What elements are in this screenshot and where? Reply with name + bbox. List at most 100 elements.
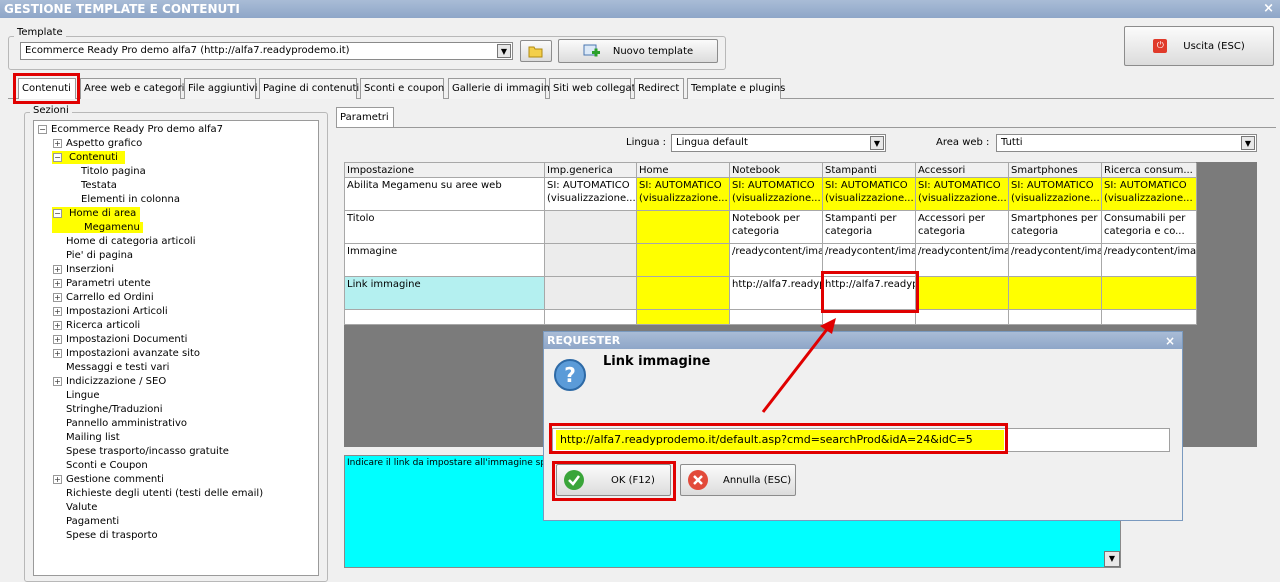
- tree-item[interactable]: − Ecommerce Ready Pro demo alfa7: [38, 123, 223, 136]
- expand-icon[interactable]: −: [53, 152, 62, 162]
- expand-icon[interactable]: +: [53, 320, 62, 330]
- tab-parametri[interactable]: Parametri: [336, 107, 394, 128]
- tree-item[interactable]: + Inserzioni: [53, 263, 114, 276]
- expand-icon[interactable]: +: [53, 306, 62, 316]
- grid-cell[interactable]: [1102, 277, 1197, 310]
- expand-icon[interactable]: +: [53, 292, 62, 302]
- tree-item[interactable]: Spese di trasporto: [53, 529, 158, 542]
- grid-cell[interactable]: [545, 310, 637, 325]
- tab-siti-collegati[interactable]: Siti web collegati: [549, 78, 638, 99]
- expand-icon[interactable]: +: [53, 138, 62, 148]
- tab-template-plugins[interactable]: Template e plugins: [687, 78, 785, 99]
- tree-item[interactable]: − Contenuti: [53, 151, 121, 164]
- grid-cell[interactable]: [637, 310, 730, 325]
- template-select[interactable]: Ecommerce Ready Pro demo alfa7 (http://a…: [20, 42, 513, 60]
- column-header[interactable]: Accessori: [916, 163, 1009, 178]
- grid-cell[interactable]: SI: AUTOMATICO (visualizzazione...: [730, 178, 823, 211]
- column-header[interactable]: Impostazione: [345, 163, 545, 178]
- grid-cell[interactable]: [916, 277, 1009, 310]
- tree-item[interactable]: Testata: [68, 179, 117, 192]
- grid-cell[interactable]: [545, 277, 637, 310]
- grid-cell[interactable]: [1009, 277, 1102, 310]
- area-web-select[interactable]: Tutti ▼: [996, 134, 1257, 152]
- settings-grid[interactable]: Impostazione Imp.generica Home Notebook Stam…: [344, 162, 1197, 325]
- grid-cell[interactable]: Stampanti per categoria: [823, 211, 916, 244]
- grid-cell[interactable]: Consumabili per categoria e co...: [1102, 211, 1197, 244]
- tab-gallerie[interactable]: Gallerie di immagini: [448, 78, 553, 99]
- grid-cell[interactable]: Smartphones per categoria: [1009, 211, 1102, 244]
- grid-cell[interactable]: Notebook per categoria: [730, 211, 823, 244]
- grid-cell[interactable]: [545, 211, 637, 244]
- grid-cell[interactable]: [1102, 310, 1197, 325]
- expand-icon[interactable]: +: [53, 278, 62, 288]
- tab-aree-web[interactable]: Aree web e categorie: [80, 78, 191, 99]
- expand-icon[interactable]: −: [38, 124, 47, 134]
- column-header[interactable]: Stampanti: [823, 163, 916, 178]
- column-header[interactable]: Home: [637, 163, 730, 178]
- tree-item[interactable]: + Carrello ed Ordini: [53, 291, 154, 304]
- column-header[interactable]: Notebook: [730, 163, 823, 178]
- grid-cell[interactable]: SI: AUTOMATICO (visualizzazione...: [916, 178, 1009, 211]
- grid-cell[interactable]: http://alfa7.readyprodemo.it/de...: [730, 277, 823, 310]
- tree-item[interactable]: Pannello amministrativo: [53, 417, 187, 430]
- row-label[interactable]: Immagine: [345, 244, 545, 277]
- grid-cell[interactable]: [637, 211, 730, 244]
- grid-cell[interactable]: SI: AUTOMATICO (visualizzazione...: [823, 178, 916, 211]
- grid-cell[interactable]: [545, 244, 637, 277]
- row-label[interactable]: Abilita Megamenu su aree web: [345, 178, 545, 211]
- grid-cell[interactable]: Accessori per categoria: [916, 211, 1009, 244]
- column-header[interactable]: Imp.generica: [545, 163, 637, 178]
- tree-item[interactable]: + Impostazioni avanzate sito: [53, 347, 200, 360]
- expand-icon[interactable]: +: [53, 376, 62, 386]
- grid-cell[interactable]: [637, 244, 730, 277]
- tree-item[interactable]: Megamenu: [68, 221, 143, 234]
- lingua-select[interactable]: Lingua default ▼: [671, 134, 886, 152]
- tree-item[interactable]: Lingue: [53, 389, 100, 402]
- tab-sconti-coupon[interactable]: Sconti e coupon: [360, 78, 444, 99]
- grid-cell[interactable]: [916, 310, 1009, 325]
- tree-item[interactable]: Sconti e Coupon: [53, 459, 148, 472]
- chevron-down-icon[interactable]: ▼: [1104, 551, 1120, 567]
- grid-cell[interactable]: /readycontent/images/accessori...: [916, 244, 1009, 277]
- column-header[interactable]: Smartphones: [1009, 163, 1102, 178]
- grid-cell[interactable]: [730, 310, 823, 325]
- sections-tree[interactable]: − Ecommerce Ready Pro demo alfa7 + Aspetto …: [33, 120, 319, 576]
- tab-redirect[interactable]: Redirect: [634, 78, 684, 99]
- grid-cell[interactable]: SI: AUTOMATICO (visualizzazione...: [1009, 178, 1102, 211]
- tree-item[interactable]: Stringhe/Traduzioni: [53, 403, 163, 416]
- tree-item[interactable]: Elementi in colonna: [68, 193, 180, 206]
- chevron-down-icon[interactable]: ▼: [1241, 136, 1255, 150]
- expand-icon[interactable]: −: [53, 208, 62, 218]
- tree-item[interactable]: + Impostazioni Documenti: [53, 333, 187, 346]
- grid-cell[interactable]: [637, 277, 730, 310]
- dialog-close-icon[interactable]: ×: [1165, 334, 1175, 348]
- window-close-icon[interactable]: ×: [1263, 1, 1274, 16]
- exit-button[interactable]: ⏻ Uscita (ESC): [1124, 26, 1274, 66]
- tree-item[interactable]: Home di categoria articoli: [53, 235, 196, 248]
- tab-pagine-contenuti[interactable]: Pagine di contenuti: [259, 78, 359, 99]
- tree-item[interactable]: + Aspetto grafico: [53, 137, 142, 150]
- grid-cell[interactable]: [345, 310, 545, 325]
- expand-icon[interactable]: +: [53, 264, 62, 274]
- cancel-button[interactable]: Annulla (ESC): [680, 464, 796, 496]
- expand-icon[interactable]: +: [53, 474, 62, 484]
- tree-item[interactable]: + Parametri utente: [53, 277, 151, 290]
- tree-item[interactable]: Richieste degli utenti (testi delle emai…: [53, 487, 263, 500]
- grid-cell[interactable]: /readycontent/images/smartpho...: [1009, 244, 1102, 277]
- tree-item[interactable]: Messaggi e testi vari: [53, 361, 169, 374]
- tree-item[interactable]: + Indicizzazione / SEO: [53, 375, 166, 388]
- row-label[interactable]: Link immagine: [345, 277, 545, 310]
- tree-item[interactable]: Mailing list: [53, 431, 120, 444]
- tree-item[interactable]: + Gestione commenti: [53, 473, 164, 486]
- tab-file-aggiuntivi[interactable]: File aggiuntivi: [184, 78, 258, 99]
- expand-icon[interactable]: +: [53, 334, 62, 344]
- open-folder-button[interactable]: [520, 40, 552, 62]
- grid-cell[interactable]: SI: AUTOMATICO (visualizzazione...: [545, 178, 637, 211]
- grid-cell[interactable]: SI: AUTOMATICO (visualizzazione...: [1102, 178, 1197, 211]
- tree-item[interactable]: − Home di area: [53, 207, 140, 220]
- tree-item[interactable]: Pagamenti: [53, 515, 119, 528]
- grid-cell[interactable]: SI: AUTOMATICO (visualizzazione...: [637, 178, 730, 211]
- tree-item[interactable]: + Impostazioni Articoli: [53, 305, 168, 318]
- grid-cell[interactable]: /readycontent/images/consumab...: [1102, 244, 1197, 277]
- tree-item[interactable]: + Ricerca articoli: [53, 319, 140, 332]
